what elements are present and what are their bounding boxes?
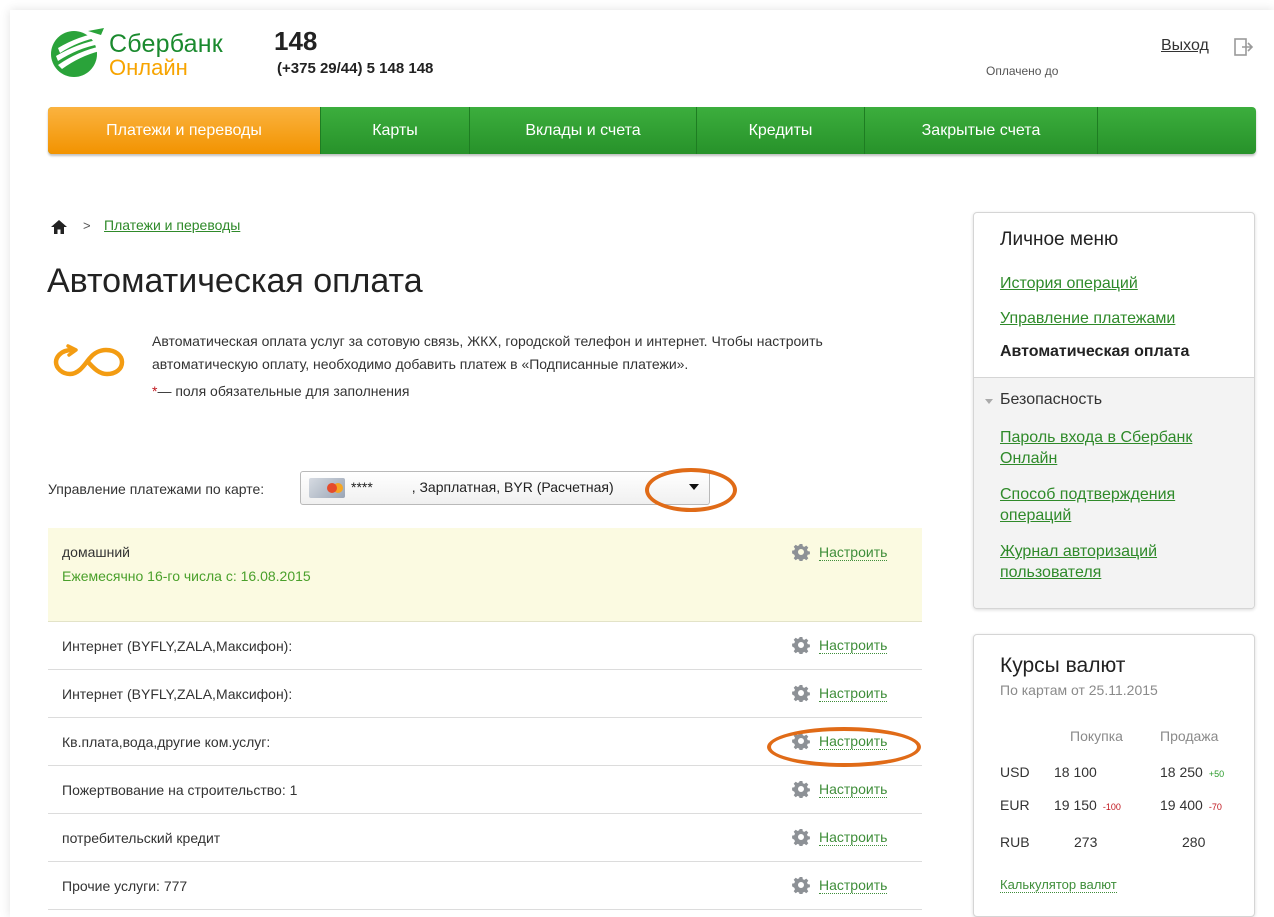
nav-tab-closed-accounts[interactable]: Закрытые счета	[865, 107, 1098, 154]
payment-schedule: Ежемесячно 16-го числа с: 16.08.2015	[62, 568, 311, 584]
configure-button[interactable]: Настроить	[792, 876, 888, 894]
personal-menu: Личное меню История операций Управление …	[973, 212, 1255, 609]
nav-tab-deposits[interactable]: Вклады и счета	[470, 107, 697, 154]
gear-icon	[792, 637, 810, 654]
rate-row-eur: EUR 19 150 -100 19 400 -70	[1000, 797, 1240, 817]
rate-sell-value: 280	[1182, 834, 1206, 850]
highlight-ellipse-configure	[767, 727, 921, 767]
card-select-value: **** , Зарплатная, BYR (Расчетная)	[351, 479, 614, 495]
credit-card-icon	[309, 478, 345, 498]
configure-button[interactable]: Настроить	[792, 543, 888, 561]
security-section-title[interactable]: Безопасность	[1000, 391, 1102, 409]
autopay-infinity-icon	[53, 344, 125, 377]
caret-down-icon[interactable]	[985, 399, 993, 404]
payment-row[interactable]: домашний Ежемесячно 16-го числа с: 16.08…	[48, 528, 922, 622]
gear-icon	[792, 877, 810, 894]
required-note-text: — поля обязательные для заполнения	[157, 383, 410, 399]
required-fields-note: *— поля обязательные для заполнения	[152, 383, 409, 399]
main-navigation: Платежи и переводы Карты Вклады и счета …	[48, 107, 1256, 154]
rates-title: Курсы валют	[1000, 654, 1126, 677]
menu-link-history[interactable]: История операций	[1000, 273, 1240, 294]
home-icon[interactable]	[50, 219, 68, 235]
rate-currency: USD	[1000, 764, 1030, 780]
configure-button[interactable]: Настроить	[792, 780, 888, 798]
rate-buy-value: 18 100	[1054, 764, 1097, 780]
rate-sell: 19 400 -70	[1160, 797, 1222, 813]
payment-title: домашний	[62, 544, 130, 560]
page-title: Автоматическая оплата	[47, 262, 423, 300]
payment-title: Интернет (BYFLY,ZALA,Максифон):	[62, 686, 293, 702]
menu-link-auth-log[interactable]: Журнал авторизаций пользователя	[1000, 541, 1240, 583]
rate-buy: 273	[1074, 834, 1097, 850]
gear-icon	[792, 685, 810, 702]
gear-icon	[792, 781, 810, 798]
currency-calculator-link[interactable]: Калькулятор валют	[1000, 877, 1117, 893]
currency-rates-panel: Курсы валют По картам от 25.11.2015 Поку…	[973, 634, 1255, 917]
rate-buy: 19 150 -100	[1054, 797, 1121, 813]
configure-button[interactable]: Настроить	[792, 684, 888, 702]
phone-short-number: 148	[274, 26, 318, 56]
payments-list: домашний Ежемесячно 16-го числа с: 16.08…	[48, 528, 922, 910]
rate-sell-change: -70	[1208, 802, 1222, 812]
rate-sell: 18 250 +50	[1160, 764, 1224, 780]
nav-tab-payments[interactable]: Платежи и переводы	[48, 107, 321, 154]
logout-link[interactable]: Выход	[1161, 37, 1209, 55]
menu-item-autopay-active[interactable]: Автоматическая оплата	[1000, 343, 1189, 361]
menu-link-login-password[interactable]: Пароль входа в Сбербанк Онлайн	[1000, 427, 1240, 469]
payment-row[interactable]: Интернет (BYFLY,ZALA,Максифон): Настроит…	[48, 670, 922, 718]
rate-currency: RUB	[1000, 834, 1030, 850]
payment-row[interactable]: Пожертвование на строительство: 1 Настро…	[48, 766, 922, 814]
breadcrumb-separator: >	[83, 218, 91, 233]
payment-row[interactable]: потребительский кредит Настроить	[48, 814, 922, 862]
payment-row[interactable]: Интернет (BYFLY,ZALA,Максифон): Настроит…	[48, 622, 922, 670]
rates-sell-header: Продажа	[1160, 728, 1219, 744]
rate-currency: EUR	[1000, 797, 1030, 813]
rate-row-rub: RUB 273 280	[1000, 834, 1240, 854]
rates-buy-header: Покупка	[1070, 728, 1123, 744]
breadcrumb-payments-link[interactable]: Платежи и переводы	[104, 217, 240, 233]
personal-menu-title: Личное меню	[1000, 229, 1119, 250]
menu-link-confirmation-method[interactable]: Способ подтверждения операций	[1000, 484, 1240, 526]
configure-label: Настроить	[819, 828, 888, 846]
rate-row-usd: USD 18 100 18 250 +50	[1000, 764, 1240, 784]
sberbank-online-logo[interactable]: Сбербанк Онлайн	[48, 26, 238, 82]
card-select-label: Управление платежами по карте:	[48, 481, 265, 497]
payment-title: Прочие услуги: 777	[62, 878, 188, 894]
logo-text-online: Онлайн	[109, 55, 188, 80]
rate-buy-value: 273	[1074, 834, 1098, 850]
sberbank-logo-icon	[51, 28, 104, 77]
payment-title: Кв.плата,вода,другие ком.услуг:	[62, 734, 271, 750]
rates-date: По картам от 25.11.2015	[1000, 682, 1158, 698]
nav-tab-empty	[1098, 107, 1256, 154]
payment-title: Интернет (BYFLY,ZALA,Максифон):	[62, 638, 293, 654]
configure-button[interactable]: Настроить	[792, 828, 888, 846]
rate-buy-value: 19 150	[1054, 797, 1097, 813]
configure-label: Настроить	[819, 543, 888, 561]
configure-button[interactable]: Настроить	[792, 636, 888, 654]
payment-title: Пожертвование на строительство: 1	[62, 782, 298, 798]
page-description: Автоматическая оплата услуг за сотовую с…	[152, 333, 823, 372]
highlight-ellipse-dropdown	[645, 468, 737, 512]
nav-tab-credits[interactable]: Кредиты	[697, 107, 865, 154]
menu-link-manage-payments[interactable]: Управление платежами	[1000, 308, 1240, 329]
phone-full-number: (+375 29/44) 5 148 148	[277, 60, 434, 77]
configure-label: Настроить	[819, 780, 888, 798]
rate-sell-change: +50	[1208, 769, 1225, 779]
configure-label: Настроить	[819, 876, 888, 894]
rate-buy: 18 100	[1054, 764, 1103, 780]
rate-buy-change: -100	[1102, 802, 1121, 812]
gear-icon	[792, 829, 810, 846]
rate-sell-value: 19 400	[1160, 797, 1203, 813]
paid-until-text: Оплачено до	[986, 64, 1059, 78]
gear-icon	[792, 544, 810, 561]
nav-tab-cards[interactable]: Карты	[321, 107, 470, 154]
payment-row[interactable]: Прочие услуги: 777 Настроить	[48, 862, 922, 910]
rate-sell: 280	[1182, 834, 1205, 850]
payment-title: потребительский кредит	[62, 830, 221, 846]
configure-label: Настроить	[819, 636, 888, 654]
configure-label: Настроить	[819, 684, 888, 702]
logout-icon[interactable]	[1234, 38, 1254, 56]
rate-sell-value: 18 250	[1160, 764, 1203, 780]
